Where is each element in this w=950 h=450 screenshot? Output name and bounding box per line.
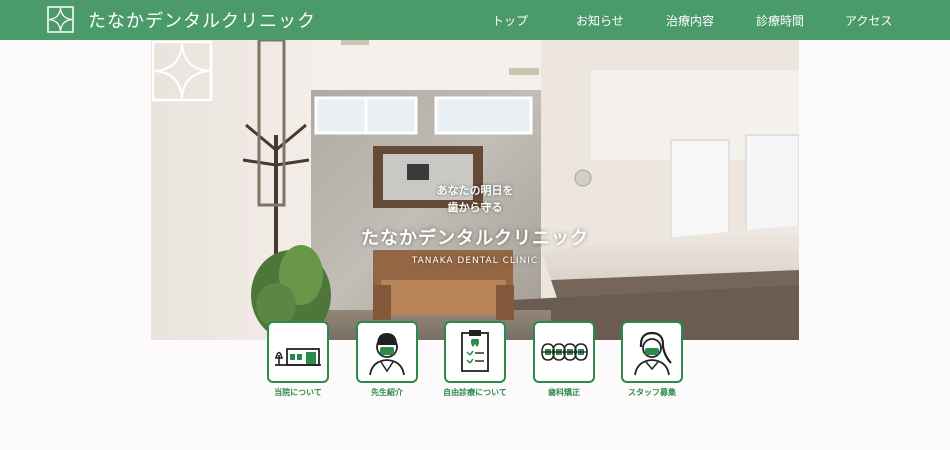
- nav-item-treatment[interactable]: 治療内容: [666, 12, 714, 29]
- feature-card-doctor[interactable]: [356, 321, 418, 383]
- hero-tagline-line1: あなたの明日を: [436, 184, 514, 197]
- feature-card-orthodontics[interactable]: [533, 321, 595, 383]
- hero-subtitle: TANAKA DENTAL CLINIC: [411, 256, 539, 266]
- feature-label-recruit[interactable]: スタッフ募集: [607, 387, 697, 398]
- clinic-star-logo-icon[interactable]: [47, 6, 74, 33]
- nav-item-top[interactable]: トップ: [492, 12, 528, 29]
- feature-label-free-treatment[interactable]: 自由診療について: [430, 387, 520, 398]
- hero-tagline: あなたの明日を 歯から守る: [425, 182, 525, 216]
- hero-image: あなたの明日を 歯から守る たなかデンタルクリニック TANAKA DENTAL…: [151, 40, 799, 340]
- nav-item-access[interactable]: アクセス: [845, 12, 892, 29]
- feature-label-about[interactable]: 当院について: [253, 387, 343, 398]
- feature-label-orthodontics[interactable]: 歯科矯正: [519, 387, 609, 398]
- braces-icon: [541, 343, 588, 361]
- feature-card-free-treatment[interactable]: [444, 321, 506, 383]
- doctor-icon: [369, 333, 405, 376]
- hero-star-logo-icon: [151, 40, 213, 102]
- site-title[interactable]: たなかデンタルクリニック: [88, 7, 316, 33]
- site-header: たなかデンタルクリニック トップ お知らせ 治療内容 診療時間 アクセス: [0, 0, 950, 40]
- feature-label-doctor[interactable]: 先生紹介: [342, 387, 432, 398]
- hero-tagline-line2: 歯から守る: [447, 201, 503, 214]
- nav-item-hours[interactable]: 診療時間: [756, 12, 804, 29]
- hero-title: たなかデンタルクリニック: [361, 228, 589, 249]
- clinic-building-icon: [274, 348, 321, 366]
- feature-card-about[interactable]: [267, 321, 329, 383]
- clipboard-icon: [461, 330, 489, 372]
- nurse-icon: [634, 331, 672, 376]
- feature-card-recruit[interactable]: [621, 321, 683, 383]
- nav-item-news[interactable]: お知らせ: [576, 12, 624, 29]
